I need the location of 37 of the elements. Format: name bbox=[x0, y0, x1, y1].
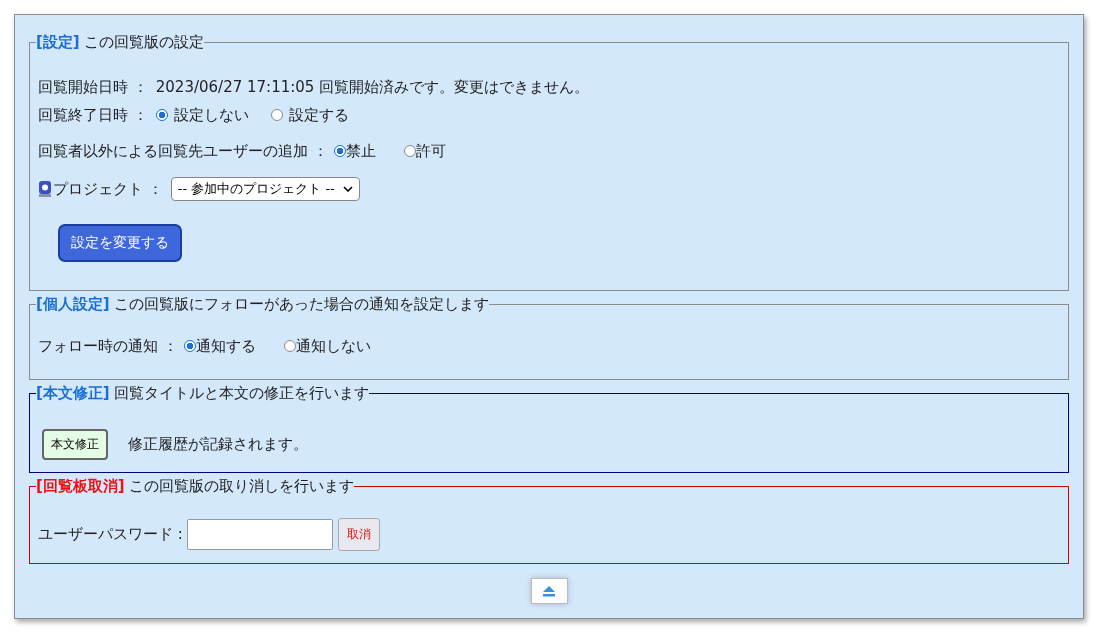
section-tag: [設定] bbox=[36, 33, 80, 51]
radio-button[interactable] bbox=[283, 340, 296, 352]
section-title: この回覧版の取り消しを行います bbox=[128, 477, 354, 495]
radio-label: 禁止 bbox=[345, 141, 376, 161]
field-label: フォロー時の通知 ： bbox=[38, 336, 178, 356]
radio-button[interactable] bbox=[155, 109, 168, 121]
radio-button[interactable] bbox=[403, 145, 416, 157]
radio-button[interactable] bbox=[183, 340, 196, 352]
project-dropdown[interactable]: -- 参加中のプロジェクト -- bbox=[170, 177, 360, 201]
section-title: この回覧版の設定 bbox=[83, 33, 204, 51]
note-text: 修正履歴が記録されます。 bbox=[128, 435, 308, 454]
section-title: 回覧タイトルと本文の修正を行います bbox=[113, 384, 369, 402]
change-settings-button[interactable]: 設定を変更する bbox=[58, 224, 182, 262]
chevron-down-icon bbox=[342, 186, 353, 192]
section-tag: [本文修正] bbox=[36, 384, 110, 402]
radio-button[interactable] bbox=[333, 145, 346, 157]
cancel-button[interactable]: 取消 bbox=[337, 518, 380, 551]
field-label: 回覧終了日時 ： bbox=[38, 105, 148, 125]
eject-icon bbox=[542, 585, 556, 597]
start-date-text: 2023/06/27 17:11:05 回覧開始済みです。変更はできません。 bbox=[155, 77, 590, 97]
radio-label: 許可 bbox=[415, 141, 446, 161]
section-tag: [回覧板取消] bbox=[36, 477, 125, 495]
scroll-top-button[interactable] bbox=[530, 578, 568, 604]
section-tag: [個人設定] bbox=[36, 295, 110, 313]
radio-label: 通知する bbox=[195, 336, 256, 356]
field-label: 回覧開始日時 ： bbox=[38, 77, 148, 97]
field-label: プロジェクト ： bbox=[53, 179, 163, 199]
radio-button[interactable] bbox=[270, 109, 283, 121]
field-label: ユーザーパスワード : bbox=[38, 525, 183, 544]
radio-label: 設定しない bbox=[173, 105, 249, 125]
field-label: 回覧者以外による回覧先ユーザーの追加 ： bbox=[38, 141, 328, 161]
radio-label: 設定する bbox=[288, 105, 349, 125]
password-field[interactable] bbox=[186, 519, 333, 550]
radio-label: 通知しない bbox=[295, 336, 371, 356]
section-title: この回覧版にフォローがあった場合の通知を設定します bbox=[113, 295, 489, 313]
project-icon bbox=[38, 180, 52, 198]
edit-body-button[interactable]: 本文修正 bbox=[42, 429, 108, 460]
